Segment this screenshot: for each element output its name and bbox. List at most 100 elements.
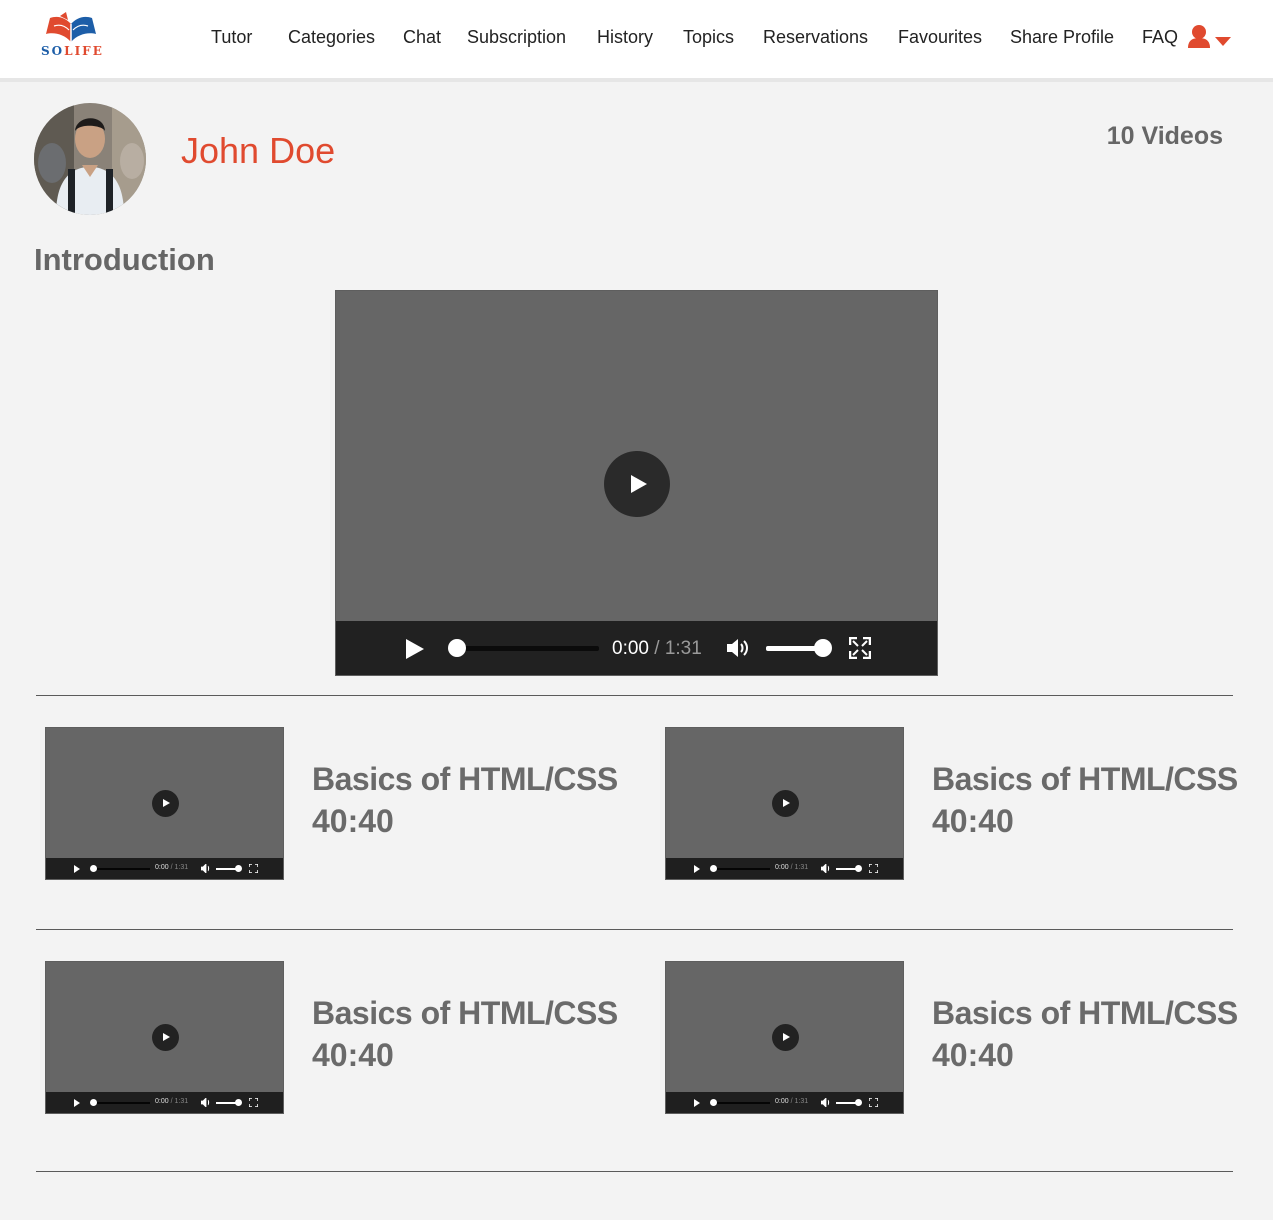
nav-item-topics[interactable]: Topics (683, 27, 734, 48)
video-controls-bar: 0:00 / 1:31 (666, 1092, 903, 1113)
volume-handle[interactable] (855, 1099, 862, 1106)
video-thumbnail[interactable]: 0:00 / 1:31 (665, 961, 904, 1114)
brand-name-suffix: LIFE (64, 44, 104, 58)
time-display: 0:00 / 1:31 (775, 1098, 808, 1105)
seek-handle[interactable] (710, 865, 717, 872)
avatar (34, 103, 146, 215)
video-count: 10 Videos (1106, 122, 1223, 150)
time-separator: / (790, 864, 793, 871)
fullscreen-icon[interactable] (849, 637, 871, 659)
video-duration-label: 40:40 (312, 803, 394, 839)
nav-item-chat[interactable]: Chat (403, 27, 441, 48)
time-separator: / (654, 638, 660, 659)
current-time: 0:00 (155, 1098, 169, 1105)
video-controls-bar: 0:00 / 1:31 (46, 1092, 283, 1113)
video-controls-bar: 0:00 / 1:31 (336, 621, 937, 675)
time-display: 0:00 / 1:31 (155, 864, 188, 871)
seek-bar[interactable] (714, 868, 770, 870)
nav-item-reservations[interactable]: Reservations (763, 27, 868, 48)
nav-item-faq[interactable]: FAQ (1142, 27, 1178, 48)
top-navbar: SOLIFE Tutor Categories Chat Subscriptio… (0, 0, 1273, 82)
video-title[interactable]: Basics of HTML/CSS (312, 995, 618, 1032)
time-separator: / (790, 1098, 793, 1105)
play-button[interactable] (152, 1024, 179, 1051)
current-time: 0:00 (775, 864, 789, 871)
video-duration-label: 40:40 (312, 1037, 394, 1073)
current-time: 0:00 (155, 864, 169, 871)
volume-icon[interactable] (201, 864, 211, 873)
user-menu-button[interactable] (1186, 24, 1234, 54)
video-title[interactable]: Basics of HTML/CSS (932, 761, 1238, 798)
time-separator: / (170, 1098, 173, 1105)
volume-icon[interactable] (201, 1098, 211, 1107)
play-button[interactable] (772, 1024, 799, 1051)
time-display: 0:00 / 1:31 (155, 1098, 188, 1105)
play-button[interactable] (604, 451, 670, 517)
video-duration: 1:31 (794, 864, 809, 871)
seek-handle[interactable] (710, 1099, 717, 1106)
seek-bar[interactable] (94, 868, 150, 870)
play-icon[interactable] (74, 1099, 80, 1107)
play-icon[interactable] (74, 865, 80, 873)
seek-handle[interactable] (90, 865, 97, 872)
seek-bar[interactable] (94, 1102, 150, 1104)
divider (36, 1171, 1233, 1172)
intro-video-player[interactable]: 0:00 / 1:31 (335, 290, 938, 676)
video-duration: 1:31 (794, 1098, 809, 1105)
brand-name-prefix: SO (41, 44, 65, 58)
nav-item-share-profile[interactable]: Share Profile (1010, 27, 1114, 48)
play-button[interactable] (152, 790, 179, 817)
video-title[interactable]: Basics of HTML/CSS (312, 761, 618, 798)
section-title-introduction: Introduction (34, 242, 215, 277)
video-thumbnail[interactable]: 0:00 / 1:31 (665, 727, 904, 880)
volume-handle[interactable] (235, 865, 242, 872)
volume-icon[interactable] (726, 637, 752, 659)
video-duration-label: 40:40 (932, 1037, 1014, 1073)
video-thumbnail[interactable]: 0:00 / 1:31 (45, 961, 284, 1114)
video-controls-bar: 0:00 / 1:31 (666, 858, 903, 879)
nav-item-subscription[interactable]: Subscription (467, 27, 566, 48)
volume-handle[interactable] (814, 639, 832, 657)
video-controls-bar: 0:00 / 1:31 (46, 858, 283, 879)
profile-name: John Doe (181, 130, 336, 171)
fullscreen-icon[interactable] (869, 864, 878, 873)
seek-handle[interactable] (448, 639, 466, 657)
play-icon[interactable] (694, 865, 700, 873)
nav-item-favourites[interactable]: Favourites (898, 27, 982, 48)
divider (36, 929, 1233, 930)
caret-down-icon (1215, 37, 1231, 46)
time-separator: / (170, 864, 173, 871)
seek-handle[interactable] (90, 1099, 97, 1106)
video-duration: 1:31 (664, 638, 702, 659)
brand-logo[interactable]: SOLIFE (38, 12, 104, 62)
fullscreen-icon[interactable] (249, 864, 258, 873)
time-display: 0:00 / 1:31 (612, 638, 702, 660)
play-icon[interactable] (694, 1099, 700, 1107)
nav-item-categories[interactable]: Categories (288, 27, 375, 48)
volume-icon[interactable] (821, 1098, 831, 1107)
video-duration: 1:31 (174, 1098, 189, 1105)
fullscreen-icon[interactable] (249, 1098, 258, 1107)
nav-item-history[interactable]: History (597, 27, 653, 48)
volume-icon[interactable] (821, 864, 831, 873)
current-time: 0:00 (612, 638, 649, 659)
video-duration-label: 40:40 (932, 803, 1014, 839)
seek-bar[interactable] (454, 646, 599, 651)
time-display: 0:00 / 1:31 (775, 864, 808, 871)
user-icon (1188, 25, 1210, 48)
nav-item-tutor[interactable]: Tutor (211, 27, 252, 48)
fullscreen-icon[interactable] (869, 1098, 878, 1107)
play-button[interactable] (772, 790, 799, 817)
volume-handle[interactable] (235, 1099, 242, 1106)
profile-photo (34, 103, 146, 215)
divider (36, 695, 1233, 696)
seek-bar[interactable] (714, 1102, 770, 1104)
brand-wordmark: SOLIFE (41, 44, 104, 58)
video-title[interactable]: Basics of HTML/CSS (932, 995, 1238, 1032)
video-thumbnail[interactable]: 0:00 / 1:31 (45, 727, 284, 880)
volume-handle[interactable] (855, 865, 862, 872)
play-icon[interactable] (406, 639, 424, 659)
video-duration: 1:31 (174, 864, 189, 871)
open-book-logo-icon (46, 12, 96, 42)
current-time: 0:00 (775, 1098, 789, 1105)
